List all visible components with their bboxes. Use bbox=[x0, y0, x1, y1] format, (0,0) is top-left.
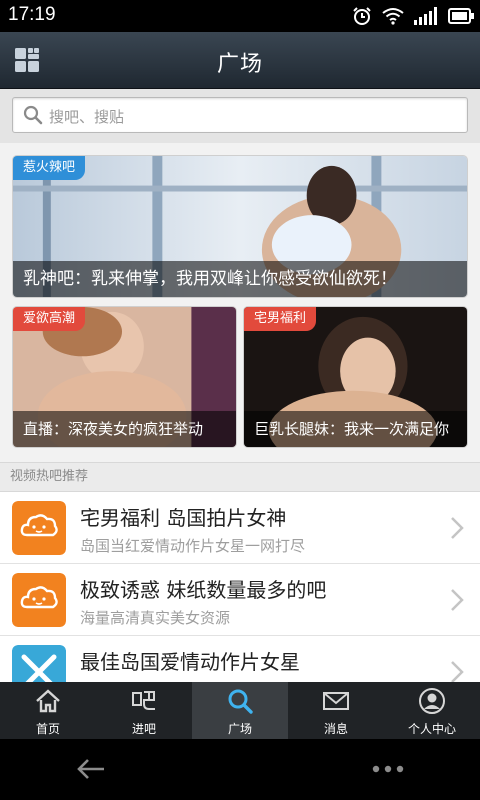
alarm-icon bbox=[353, 7, 371, 25]
battery-icon bbox=[448, 8, 474, 24]
cloud-face-icon bbox=[12, 501, 66, 555]
tab-profile[interactable]: 个人中心 bbox=[384, 682, 480, 739]
wifi-icon bbox=[382, 8, 404, 25]
tab-label: 个人中心 bbox=[407, 722, 456, 736]
tab-enter-ba[interactable]: 进吧 bbox=[96, 682, 192, 739]
search-input[interactable]: 搜吧、搜贴 bbox=[12, 97, 468, 133]
system-nav-bar bbox=[0, 739, 480, 800]
tab-label: 消息 bbox=[323, 722, 348, 736]
item-subtitle: 海量高清真实美女资源 bbox=[80, 609, 231, 627]
tab-bar: 首页 进吧 广场 消息 个人中心 bbox=[0, 682, 480, 739]
search-icon bbox=[228, 689, 253, 714]
section-header: 视频热吧推荐 bbox=[0, 462, 480, 492]
item-title: 极致诱惑 妹纸数量最多的吧 bbox=[80, 578, 327, 602]
card-tag: 爱欲高潮 bbox=[13, 307, 86, 331]
signal-icon bbox=[414, 7, 437, 25]
chevron-right-icon bbox=[451, 517, 464, 539]
tab-messages[interactable]: 消息 bbox=[288, 682, 384, 739]
list-item[interactable]: 宅男福利 岛国拍片女神 岛国当红爱情动作片女星一网打尽 bbox=[0, 492, 480, 564]
mail-icon bbox=[323, 692, 349, 710]
item-subtitle: 岛国当红爱情动作片女星一网打尽 bbox=[80, 537, 306, 555]
tab-label: 广场 bbox=[227, 722, 252, 736]
tab-square[interactable]: 广场 bbox=[192, 682, 288, 739]
card-caption: 巨乳长腿妹：我来一次满足你 bbox=[244, 411, 467, 447]
card-caption: 直播：深夜美女的疯狂举动 bbox=[13, 411, 236, 447]
chevron-right-icon bbox=[451, 589, 464, 611]
page-title: 广场 bbox=[216, 52, 263, 77]
search-area: 搜吧、搜贴 bbox=[0, 89, 480, 143]
status-bar: 17:19 bbox=[0, 0, 480, 32]
search-icon bbox=[23, 105, 43, 125]
tab-label: 首页 bbox=[35, 722, 60, 736]
user-icon bbox=[419, 688, 445, 714]
item-title: 最佳岛国爱情动作片女星 bbox=[80, 650, 300, 674]
tab-label: 进吧 bbox=[131, 722, 156, 736]
back-arrow-icon[interactable] bbox=[76, 757, 106, 781]
status-time: 17:19 bbox=[8, 4, 56, 25]
banner-caption: 乳神吧：乳来伸掌，我用双峰让你感受欲仙欲死！ bbox=[13, 261, 467, 297]
cloud-face-icon bbox=[12, 573, 66, 627]
home-icon bbox=[36, 689, 60, 713]
status-icons bbox=[352, 5, 474, 27]
tab-home[interactable]: 首页 bbox=[0, 682, 96, 739]
ba-icon bbox=[132, 691, 155, 710]
list-item[interactable]: 最佳岛国爱情动作片女星 bbox=[0, 636, 480, 682]
featured-card-right[interactable]: 宅男福利 巨乳长腿妹：我来一次满足你 bbox=[243, 306, 468, 448]
more-dots-icon[interactable] bbox=[372, 764, 404, 774]
search-placeholder: 搜吧、搜贴 bbox=[49, 108, 125, 126]
banner-tag: 惹火辣吧 bbox=[13, 156, 86, 180]
crossed-sticks-icon bbox=[12, 645, 66, 682]
featured-banner[interactable]: 惹火辣吧 乳神吧：乳来伸掌，我用双峰让你感受欲仙欲死！ bbox=[12, 155, 468, 298]
list-item[interactable]: 极致诱惑 妹纸数量最多的吧 海量高清真实美女资源 bbox=[0, 564, 480, 636]
title-bar: 广场 bbox=[0, 32, 480, 89]
featured-card-left[interactable]: 爱欲高潮 直播：深夜美女的疯狂举动 bbox=[12, 306, 237, 448]
item-title: 宅男福利 岛国拍片女神 bbox=[80, 506, 287, 530]
chevron-right-icon bbox=[451, 661, 464, 682]
recommend-list: 宅男福利 岛国拍片女神 岛国当红爱情动作片女星一网打尽 极致诱惑 妹纸数量最多的… bbox=[0, 492, 480, 682]
card-tag: 宅男福利 bbox=[244, 307, 317, 331]
